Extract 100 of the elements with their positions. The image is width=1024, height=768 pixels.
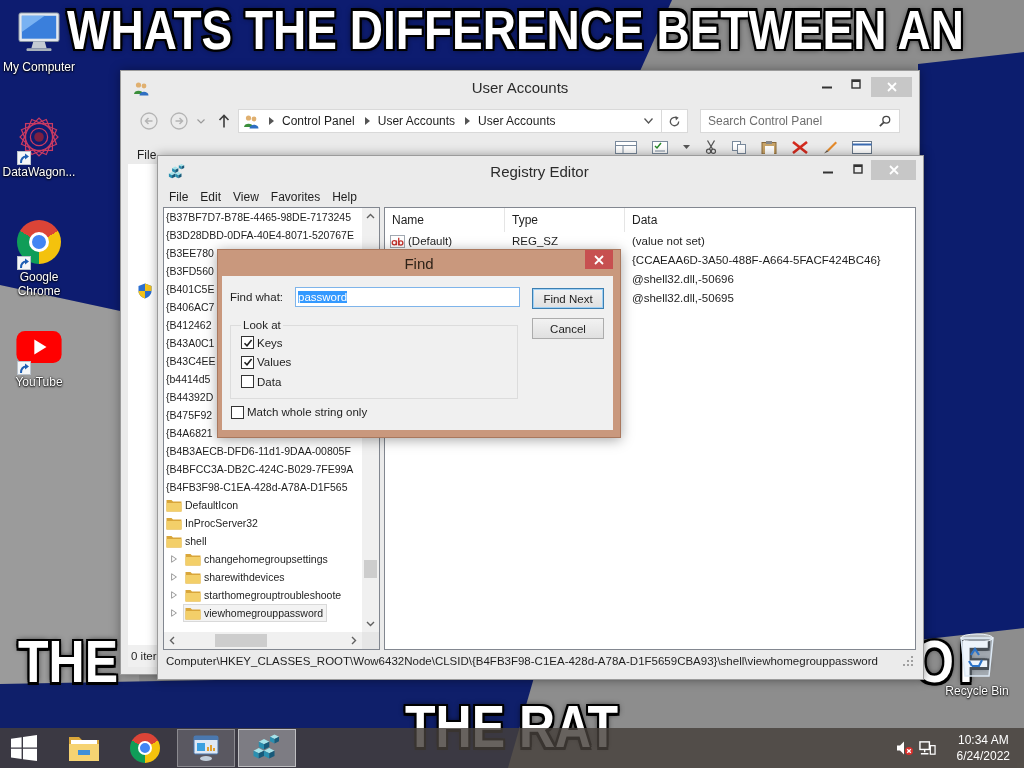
- dialog-button[interactable]: Cancel: [532, 318, 604, 339]
- menu-item[interactable]: Edit: [194, 190, 228, 204]
- breadcrumb-item[interactable]: Control Panel: [282, 114, 355, 128]
- value-name[interactable]: (Default): [408, 235, 453, 248]
- checkbox[interactable]: [241, 375, 254, 389]
- caret-down-icon[interactable]: [683, 145, 690, 149]
- breadcrumb-item[interactable]: User Accounts: [377, 114, 456, 128]
- menu-item[interactable]: Favorites: [264, 190, 327, 204]
- tree-item[interactable]: {B3EE780: [164, 244, 218, 262]
- menu-item[interactable]: Help: [326, 190, 363, 204]
- resize-grip-icon[interactable]: [903, 656, 913, 666]
- close-button[interactable]: [585, 250, 613, 269]
- x-mark-icon[interactable]: [792, 140, 808, 154]
- tree-item[interactable]: {B4A6821: [164, 424, 217, 442]
- maximize-icon[interactable]: [853, 164, 863, 174]
- desktop-icon-label[interactable]: DataWagon...: [2, 165, 76, 179]
- tree-item[interactable]: {B475F92: [164, 406, 217, 424]
- breadcrumb-item[interactable]: User Accounts: [478, 114, 556, 128]
- users-icon: [243, 113, 259, 129]
- desktop-icon-label[interactable]: Google Chrome: [1, 270, 77, 298]
- checkmark-icon: [242, 357, 253, 368]
- layout-grid-icon[interactable]: [615, 140, 637, 154]
- checkbox-label[interactable]: Values: [257, 356, 292, 369]
- address-bar[interactable]: Control Panel User Accounts User Accounts: [238, 109, 688, 133]
- clock-time[interactable]: 10:34 AM: [957, 732, 1009, 748]
- tree-item[interactable]: {B4BFCC3A-DB2C-424C-B029-7FE99A: [164, 460, 358, 478]
- checkbox[interactable]: [231, 405, 244, 419]
- clipboard-icon[interactable]: [761, 140, 777, 154]
- meme-caption: THE: [18, 638, 118, 686]
- pencil-icon[interactable]: [823, 140, 837, 154]
- column-header[interactable]: Data: [625, 208, 915, 232]
- up-arrow-icon[interactable]: [218, 114, 230, 128]
- tree-item[interactable]: changehomegroupsettings: [183, 550, 332, 568]
- tree-item[interactable]: InProcServer32: [164, 514, 262, 532]
- column-header[interactable]: Type: [505, 208, 625, 232]
- tree-item[interactable]: {B43A0C1: [164, 334, 219, 352]
- checklist-icon[interactable]: [652, 140, 668, 154]
- scroll-thumb[interactable]: [215, 634, 267, 647]
- value-data: (value not set): [632, 235, 705, 248]
- maximize-icon[interactable]: [851, 79, 861, 89]
- tree-item[interactable]: {B3FD560: [164, 262, 218, 280]
- caret-down-icon[interactable]: [644, 118, 653, 124]
- speaker-muted-icon[interactable]: [895, 740, 914, 756]
- copy-icon[interactable]: [732, 140, 746, 154]
- network-icon[interactable]: [918, 739, 936, 757]
- search-field[interactable]: Search Control Panel: [700, 109, 900, 133]
- checkbox-label[interactable]: Match whole string only: [247, 406, 368, 419]
- horizontal-scrollbar[interactable]: [164, 632, 362, 649]
- value-data: {CCAEAA6D-3A50-488F-A664-5FACF424BC46}: [632, 254, 881, 267]
- tree-item[interactable]: DefaultIcon: [164, 496, 243, 514]
- folder-icon: [185, 552, 201, 566]
- cubes-icon: [168, 162, 186, 181]
- menu-item[interactable]: File: [137, 148, 157, 162]
- menu-item[interactable]: File: [163, 190, 195, 204]
- tree-item[interactable]: {B4FB3F98-C1EA-428d-A78A-D1F565: [164, 478, 352, 496]
- chevron-right-icon[interactable]: [364, 117, 370, 125]
- search-icon: [879, 115, 891, 127]
- tree-item[interactable]: {B43C4EE: [164, 352, 220, 370]
- tree-item[interactable]: {B4B3AECB-DFD6-11d1-9DAA-00805F: [164, 442, 355, 460]
- tree-item[interactable]: {B401C5E: [164, 280, 219, 298]
- field-label: Find what:: [230, 291, 285, 303]
- chevron-right-icon[interactable]: [269, 117, 274, 125]
- tree-item[interactable]: {B37BF7D7-B78E-4465-98DE-7173245: [164, 208, 356, 226]
- status-text: Computer\HKEY_CLASSES_ROOT\Wow6432Node\CLSID\{B4FB3F98-C1EA-428d-A78A-D1F5659CBA93}\shell\viewhomegrouppassword: [166, 655, 878, 667]
- tree-item[interactable]: {B412462: [164, 316, 216, 334]
- tree-item[interactable]: {b4414d5: [164, 370, 215, 388]
- tree-item[interactable]: {B44392D: [164, 388, 218, 406]
- close-icon: [886, 82, 897, 92]
- folder-icon: [166, 516, 182, 530]
- folder-icon: [166, 498, 182, 512]
- checkbox[interactable]: [241, 336, 254, 350]
- value-type: REG_SZ: [512, 235, 558, 248]
- checkbox[interactable]: [241, 355, 254, 369]
- folder-icon: [166, 534, 182, 548]
- play-button-icon[interactable]: [15, 331, 63, 363]
- computer-monitor-icon[interactable]: [16, 11, 62, 53]
- dialog-button[interactable]: Find Next: [532, 288, 604, 309]
- desktop-icon-label[interactable]: My Computer: [3, 60, 75, 74]
- checkbox-label[interactable]: Keys: [257, 336, 283, 349]
- menu-item[interactable]: View: [227, 190, 265, 204]
- column-header[interactable]: Name: [385, 208, 505, 232]
- value-data: @shell32.dll,-50695: [632, 292, 734, 305]
- scroll-thumb[interactable]: [364, 560, 377, 578]
- tree-item[interactable]: viewhomegrouppassword: [183, 604, 328, 622]
- tree-item[interactable]: {B406AC7: [164, 298, 219, 316]
- tree-item[interactable]: sharewithdevices: [183, 568, 289, 586]
- close-icon: [888, 165, 899, 175]
- checkbox-label[interactable]: Data: [257, 375, 282, 388]
- group-label: Look at: [242, 319, 282, 331]
- window-title: Registry Editor: [490, 163, 589, 180]
- shield-icon: [138, 283, 152, 299]
- meme-caption: WHATS THE DIFFERENCE BETWEEN AN: [67, 8, 964, 53]
- scissors-icon[interactable]: [705, 140, 717, 154]
- string-value-icon: [390, 235, 405, 248]
- window-icon[interactable]: [852, 140, 872, 154]
- tree-item[interactable]: shell: [164, 532, 211, 550]
- chevron-right-icon[interactable]: [465, 117, 471, 125]
- tree-item[interactable]: starthomegrouptroubleshoote: [183, 586, 346, 604]
- clock-date[interactable]: 6/24/2022: [956, 748, 1010, 764]
- tree-item[interactable]: {B3D28DBD-0DFA-40E4-8071-520767E: [164, 226, 358, 244]
